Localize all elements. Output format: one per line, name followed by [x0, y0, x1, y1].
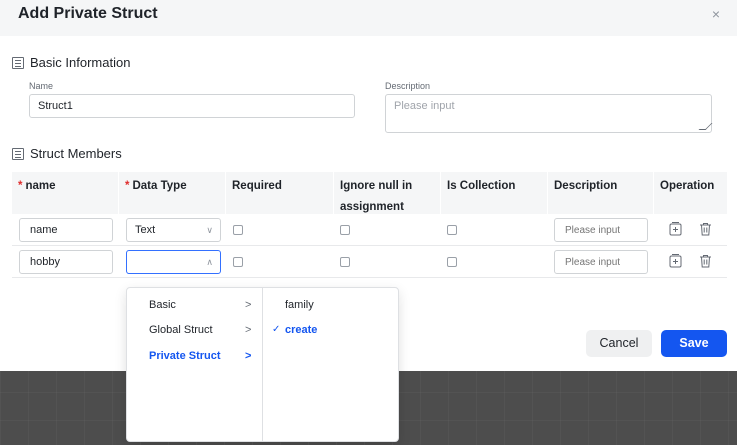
- chevron-right-icon: >: [245, 324, 252, 336]
- delete-icon[interactable]: [699, 222, 712, 236]
- column-header-name: * name: [12, 172, 119, 214]
- list-icon: [12, 56, 24, 69]
- chevron-up-icon: ∧: [206, 257, 213, 267]
- data-type-select[interactable]: ∧: [126, 250, 221, 274]
- basic-information-heading: Basic Information: [12, 55, 130, 70]
- required-checkbox[interactable]: [233, 257, 243, 267]
- struct-members-label: Struct Members: [30, 146, 122, 161]
- cascader-option-private-struct[interactable]: Private Struct >: [127, 344, 263, 368]
- column-header-is-collection: Is Collection: [441, 172, 548, 214]
- member-description-input[interactable]: [554, 218, 648, 242]
- ignore-null-checkbox[interactable]: [340, 225, 350, 235]
- member-name-input[interactable]: hobby: [19, 250, 113, 274]
- cascader-level2-menu: family ✓ create: [264, 288, 398, 441]
- name-input[interactable]: [29, 94, 355, 118]
- name-label: Name: [29, 81, 54, 91]
- chevron-right-icon: >: [245, 299, 252, 311]
- insert-row-icon[interactable]: [669, 222, 682, 236]
- data-type-cascader: Basic > Global Struct > Private Struct >…: [126, 287, 399, 442]
- is-collection-checkbox[interactable]: [447, 225, 457, 235]
- save-button[interactable]: Save: [661, 330, 727, 357]
- check-icon: ✓: [272, 324, 281, 335]
- cascader-option-family[interactable]: family: [264, 293, 398, 317]
- dialog-header: Add Private Struct ×: [0, 0, 737, 36]
- is-collection-checkbox[interactable]: [447, 257, 457, 267]
- chevron-right-icon: >: [245, 350, 252, 362]
- cancel-button[interactable]: Cancel: [586, 330, 652, 357]
- table-row: hobby ∧: [12, 246, 727, 278]
- cascader-level1-menu: Basic > Global Struct > Private Struct >: [127, 288, 263, 441]
- delete-icon[interactable]: [699, 254, 712, 268]
- dialog-title: Add Private Struct: [18, 5, 158, 22]
- table-row: name Text ∨: [12, 214, 727, 246]
- member-name-input[interactable]: name: [19, 218, 113, 242]
- struct-members-heading: Struct Members: [12, 146, 122, 161]
- description-label: Description: [385, 81, 431, 91]
- list-icon: [12, 147, 24, 160]
- description-textarea[interactable]: [385, 94, 712, 133]
- required-checkbox[interactable]: [233, 225, 243, 235]
- data-type-value: Text: [135, 224, 156, 236]
- close-icon[interactable]: ×: [709, 7, 723, 21]
- column-header-data-type: * Data Type: [119, 172, 226, 214]
- column-header-required: Required: [226, 172, 334, 214]
- column-header-description: Description: [548, 172, 654, 214]
- chevron-down-icon: ∨: [206, 225, 213, 235]
- data-type-select[interactable]: Text ∨: [126, 218, 221, 242]
- insert-row-icon[interactable]: [669, 254, 682, 268]
- table-header: * name * Data Type Required Ignore null in…: [12, 172, 727, 214]
- cascader-option-global-struct[interactable]: Global Struct >: [127, 318, 263, 342]
- basic-information-label: Basic Information: [30, 55, 131, 70]
- ignore-null-checkbox[interactable]: [340, 257, 350, 267]
- member-description-input[interactable]: [554, 250, 648, 274]
- column-header-ignore-null: Ignore null in assignment: [334, 172, 441, 214]
- cascader-option-basic[interactable]: Basic >: [127, 293, 263, 317]
- cascader-option-create[interactable]: ✓ create: [264, 318, 398, 342]
- column-header-operation: Operation: [660, 180, 715, 192]
